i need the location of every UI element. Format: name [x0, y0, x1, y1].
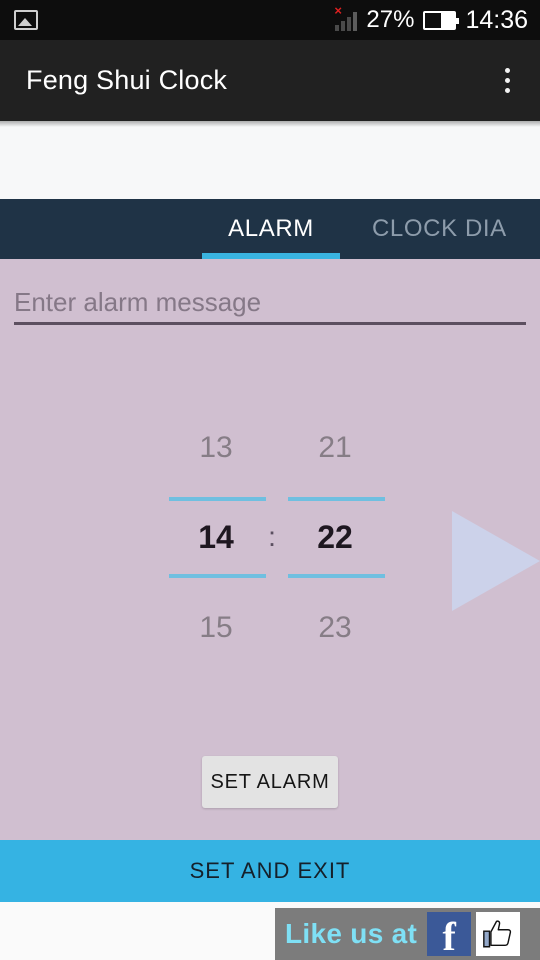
tab-alarm[interactable]: ALARM	[202, 199, 340, 259]
alarm-tab-content: 13 14 15 : 21 22 23 SET ALARM	[0, 259, 540, 840]
status-bar: × 27% 14:36	[0, 0, 540, 40]
tab-bar: ALARM CLOCK DIA	[0, 199, 540, 259]
signal-bars-no-service-icon: ×	[334, 3, 358, 31]
page-title: Feng Shui Clock	[26, 65, 228, 95]
hour-previous-value[interactable]: 13	[166, 431, 266, 465]
hour-next-value[interactable]: 15	[166, 611, 266, 645]
facebook-logo-icon[interactable]: f	[427, 912, 472, 959]
minute-previous-value[interactable]: 21	[285, 431, 385, 465]
play-triangle-icon[interactable]	[452, 511, 540, 611]
photo-icon	[14, 10, 38, 30]
overflow-dot-2	[504, 78, 510, 83]
thumbs-up-icon[interactable]	[476, 912, 521, 956]
signal-bar-2	[341, 21, 346, 31]
minute-line-bottom	[288, 574, 385, 578]
signal-bar-3	[347, 17, 352, 31]
alarm-message-underline	[14, 322, 526, 325]
battery-percent-label: 27%	[366, 6, 415, 33]
signal-bar-1	[335, 25, 340, 31]
status-bar-clock: 14:36	[465, 5, 528, 34]
app-bar: Feng Shui Clock	[0, 40, 540, 121]
no-service-x-icon: ×	[334, 3, 342, 18]
overflow-dot-1	[504, 68, 510, 73]
time-picker: 13 14 15 : 21 22 23	[0, 419, 540, 649]
overflow-dot-3	[504, 88, 510, 93]
minute-current-value[interactable]: 22	[285, 519, 385, 556]
thumbs-up-glyph	[483, 920, 512, 948]
hour-line-bottom	[169, 574, 266, 578]
set-and-exit-button[interactable]: SET AND EXIT	[0, 840, 540, 902]
time-separator: :	[268, 521, 276, 552]
facebook-like-banner[interactable]: Like us at f	[275, 908, 540, 960]
tab-clock-dial[interactable]: CLOCK DIA	[372, 199, 540, 259]
content-gap-band	[0, 121, 540, 199]
facebook-f-glyph: f	[442, 914, 456, 959]
overflow-menu-icon[interactable]	[484, 53, 530, 109]
app-bar-shadow	[0, 121, 540, 127]
status-bar-left	[14, 10, 38, 30]
hour-current-value[interactable]: 14	[166, 519, 266, 556]
set-alarm-button[interactable]: SET ALARM	[202, 756, 338, 808]
status-bar-right: × 27% 14:36	[334, 3, 528, 35]
hour-picker[interactable]: 13 14 15	[166, 419, 266, 649]
minute-line-top	[288, 497, 385, 501]
minute-next-value[interactable]: 23	[285, 611, 385, 645]
battery-fill	[441, 12, 455, 28]
banner-text: Like us at	[285, 918, 418, 949]
battery-icon	[423, 10, 460, 30]
minute-picker[interactable]: 21 22 23	[285, 419, 385, 649]
hour-line-top	[169, 497, 266, 501]
alarm-message-input[interactable]	[14, 278, 526, 326]
signal-bar-4	[353, 12, 358, 31]
